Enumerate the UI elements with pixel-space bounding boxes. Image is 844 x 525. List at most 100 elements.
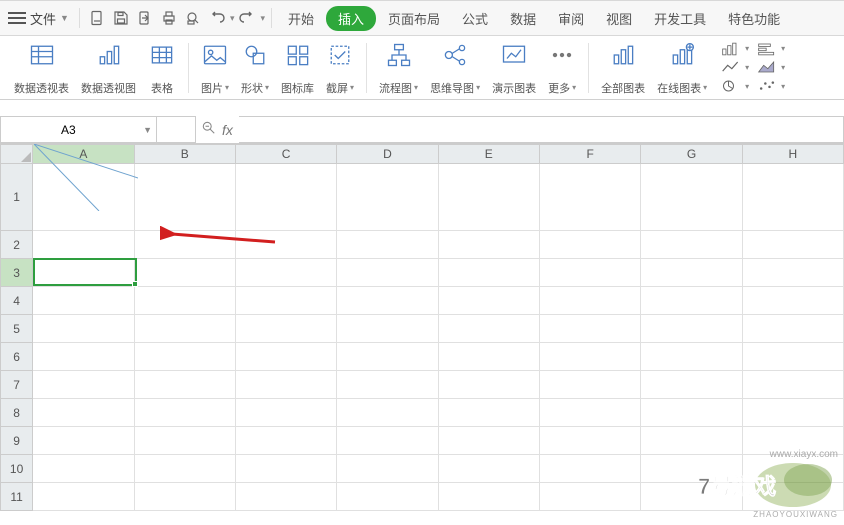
flowchart-button[interactable]: 流程图▾ [379,40,418,96]
cell-F10[interactable] [540,455,641,483]
col-header-B[interactable]: B [135,144,236,164]
cell-G9[interactable] [641,427,742,455]
cell-H4[interactable] [743,287,844,315]
col-header-H[interactable]: H [743,144,844,164]
cell-D7[interactable] [337,371,438,399]
cell-C4[interactable] [236,287,337,315]
cell-B4[interactable] [135,287,236,315]
table-button[interactable]: 表格 [148,40,176,96]
screenshot-button[interactable]: 截屏▾ [326,40,354,96]
col-header-G[interactable]: G [641,144,742,164]
cell-G7[interactable] [641,371,742,399]
chart-line-button[interactable]: ▾ [721,58,749,76]
cell-H10[interactable] [743,455,844,483]
cell-D4[interactable] [337,287,438,315]
cell-D8[interactable] [337,399,438,427]
cell-B2[interactable] [135,231,236,259]
cell-H8[interactable] [743,399,844,427]
cell-B11[interactable] [135,483,236,511]
cell-C6[interactable] [236,343,337,371]
tab-view[interactable]: 视图 [596,5,642,32]
chart-area-button[interactable]: ▾ [757,58,785,76]
redo-button[interactable] [236,7,258,29]
cell-D11[interactable] [337,483,438,511]
cell-G2[interactable] [641,231,742,259]
cell-G5[interactable] [641,315,742,343]
tab-developer[interactable]: 开发工具 [644,5,716,32]
cell-C10[interactable] [236,455,337,483]
cell-E4[interactable] [439,287,540,315]
cell-F5[interactable] [540,315,641,343]
chart-pie-button[interactable]: ▾ [721,77,749,95]
chart-bar-button[interactable]: ▾ [757,40,785,58]
cell-B6[interactable] [135,343,236,371]
cell-F1[interactable] [540,164,641,231]
icon-library-button[interactable]: 图标库 [281,40,314,96]
cell-F4[interactable] [540,287,641,315]
cell-D6[interactable] [337,343,438,371]
cell-G11[interactable] [641,483,742,511]
cell-A11[interactable] [33,483,134,511]
cell-A10[interactable] [33,455,134,483]
cell-A4[interactable] [33,287,134,315]
cell-G8[interactable] [641,399,742,427]
cell-E1[interactable] [439,164,540,231]
tab-page-layout[interactable]: 页面布局 [378,5,450,32]
tab-formulas[interactable]: 公式 [452,5,498,32]
row-header-6[interactable]: 6 [0,343,33,371]
tab-insert[interactable]: 插入 [326,6,376,31]
cell-E3[interactable] [439,259,540,287]
cell-E11[interactable] [439,483,540,511]
cell-C2[interactable] [236,231,337,259]
cell-A2[interactable] [33,231,134,259]
cell-E10[interactable] [439,455,540,483]
cell-A1[interactable] [33,164,134,231]
cell-G1[interactable] [641,164,742,231]
row-header-1[interactable]: 1 [0,164,33,231]
save-button[interactable] [110,7,132,29]
cell-E9[interactable] [439,427,540,455]
chart-column-button[interactable]: ▾ [721,40,749,58]
online-chart-button[interactable]: 在线图表▾ [657,40,707,96]
tab-home[interactable]: 开始 [278,5,324,32]
cell-H2[interactable] [743,231,844,259]
fx-icon[interactable]: fx [222,122,233,138]
row-header-3[interactable]: 3 [0,259,33,287]
cell-E8[interactable] [439,399,540,427]
col-header-E[interactable]: E [439,144,540,164]
cell-D5[interactable] [337,315,438,343]
cancel-formula-icon[interactable] [202,121,216,138]
print-preview-button[interactable] [182,7,204,29]
cell-H1[interactable] [743,164,844,231]
cell-A7[interactable] [33,371,134,399]
cell-G6[interactable] [641,343,742,371]
col-header-F[interactable]: F [540,144,641,164]
cell-H7[interactable] [743,371,844,399]
cell-C3[interactable] [236,259,337,287]
file-menu[interactable]: 文件 ▼ [30,9,69,28]
cell-E7[interactable] [439,371,540,399]
cell-B8[interactable] [135,399,236,427]
cell-D3[interactable] [337,259,438,287]
col-header-C[interactable]: C [236,144,337,164]
name-box[interactable]: A3 ▼ [0,116,156,143]
undo-button[interactable] [206,7,228,29]
row-header-7[interactable]: 7 [0,371,33,399]
cell-A8[interactable] [33,399,134,427]
cell-H3[interactable] [743,259,844,287]
undo-dropdown[interactable]: ▾ [230,13,235,24]
select-all-corner[interactable] [0,144,33,164]
row-header-9[interactable]: 9 [0,427,33,455]
cell-B3[interactable] [135,259,236,287]
row-header-2[interactable]: 2 [0,231,33,259]
cell-F7[interactable] [540,371,641,399]
pivot-table-button[interactable]: 数据透视表 [14,40,69,96]
more-button[interactable]: 更多▾ [548,40,576,96]
chevron-down-icon[interactable]: ▼ [143,125,152,135]
cell-G4[interactable] [641,287,742,315]
cell-A6[interactable] [33,343,134,371]
cell-F9[interactable] [540,427,641,455]
row-header-8[interactable]: 8 [0,399,33,427]
row-header-11[interactable]: 11 [0,483,33,511]
cell-E6[interactable] [439,343,540,371]
